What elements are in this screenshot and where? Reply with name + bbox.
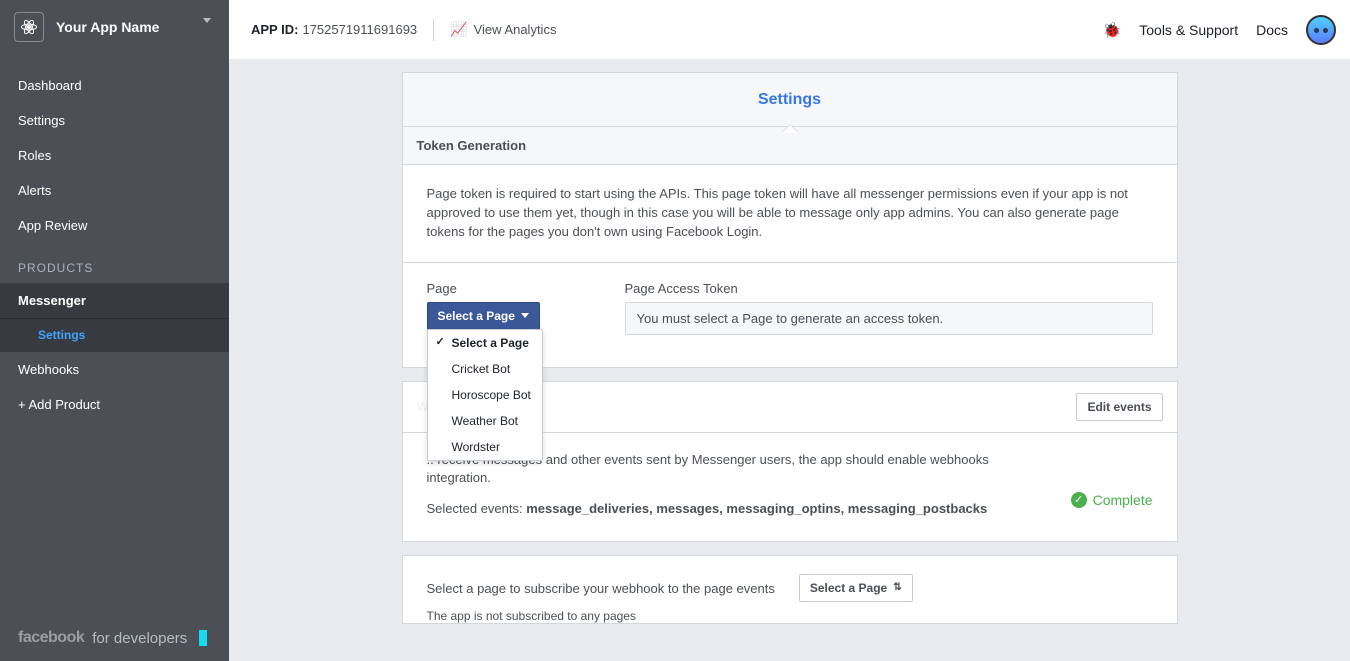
for-developers-text: for developers bbox=[92, 630, 187, 647]
topbar: APP ID: 1752571911691693 📈 View Analytic… bbox=[229, 0, 1350, 59]
dropdown-item-select[interactable]: Select a Page bbox=[428, 330, 542, 356]
avatar[interactable] bbox=[1306, 15, 1336, 45]
webhook-status-label: Complete bbox=[1093, 492, 1153, 508]
sidebar-item-roles[interactable]: Roles bbox=[0, 138, 229, 173]
sidebar-item-settings[interactable]: Settings bbox=[0, 103, 229, 138]
webhooks-text: .. receive messages and other events sen… bbox=[427, 451, 1071, 520]
subscribe-select-label: Select a Page bbox=[810, 581, 887, 595]
facebook-wordmark: facebook bbox=[18, 629, 84, 647]
view-analytics-link[interactable]: 📈 View Analytics bbox=[450, 21, 556, 38]
app-switcher[interactable]: Your App Name bbox=[0, 0, 229, 62]
topbar-right: 🐞 Tools & Support Docs bbox=[1103, 15, 1336, 45]
products-header: PRODUCTS bbox=[0, 243, 229, 283]
sidebar-item-alerts[interactable]: Alerts bbox=[0, 173, 229, 208]
page-field-label: Page bbox=[427, 281, 597, 296]
sidebar-item-dashboard[interactable]: Dashboard bbox=[0, 68, 229, 103]
cursor-icon bbox=[199, 630, 207, 646]
app-name: Your App Name bbox=[56, 19, 215, 35]
app-id-label: APP ID: bbox=[251, 22, 298, 37]
sidebar-add-product[interactable]: + Add Product bbox=[0, 387, 229, 422]
product-messenger-group: Messenger Settings bbox=[0, 283, 229, 352]
token-generation-header: Token Generation bbox=[403, 127, 1177, 165]
sort-icon: ⇅ bbox=[893, 583, 901, 593]
atom-icon bbox=[14, 12, 44, 42]
nav-list: Dashboard Settings Roles Alerts App Revi… bbox=[0, 68, 229, 243]
sidebar-item-webhooks[interactable]: Webhooks bbox=[0, 352, 229, 387]
token-generation-card: Token Generation Page token is required … bbox=[402, 126, 1178, 368]
access-token-box: You must select a Page to generate an ac… bbox=[625, 302, 1153, 335]
subscription-note: The app is not subscribed to any pages bbox=[427, 609, 1153, 623]
subscription-card: Select a page to subscribe your webhook … bbox=[402, 555, 1178, 624]
analytics-label: View Analytics bbox=[474, 22, 557, 37]
settings-panel: Settings Token Generation Page token is … bbox=[402, 72, 1178, 624]
edit-events-button[interactable]: Edit events bbox=[1076, 393, 1162, 421]
dropdown-item-wordster[interactable]: Wordster bbox=[428, 434, 542, 460]
dropdown-item-horoscope[interactable]: Horoscope Bot bbox=[428, 382, 542, 408]
tab-settings[interactable]: Settings bbox=[728, 75, 851, 125]
dropdown-item-weather[interactable]: Weather Bot bbox=[428, 408, 542, 434]
dropdown-item-cricket[interactable]: Cricket Bot bbox=[428, 356, 542, 382]
token-generation-desc: Page token is required to start using th… bbox=[403, 165, 1177, 263]
brand-footer: facebook for developers bbox=[0, 615, 229, 661]
selected-events-list: message_deliveries, messages, messaging_… bbox=[526, 501, 987, 516]
access-token-label: Page Access Token bbox=[625, 281, 1153, 296]
sidebar-item-app-review[interactable]: App Review bbox=[0, 208, 229, 243]
sidebar: Your App Name Dashboard Settings Roles A… bbox=[0, 0, 229, 661]
tools-support-link[interactable]: Tools & Support bbox=[1139, 22, 1238, 38]
product-messenger[interactable]: Messenger bbox=[0, 283, 229, 319]
docs-link[interactable]: Docs bbox=[1256, 22, 1288, 38]
panel-tabs: Settings bbox=[402, 72, 1178, 126]
page-dropdown: Select a Page Cricket Bot Horoscope Bot … bbox=[427, 329, 543, 461]
divider bbox=[433, 19, 434, 41]
select-page-button[interactable]: Select a Page bbox=[427, 302, 540, 330]
chevron-down-icon bbox=[521, 313, 529, 318]
content-area: APP ID: 1752571911691693 📈 View Analytic… bbox=[229, 0, 1350, 661]
subscription-text: Select a page to subscribe your webhook … bbox=[427, 581, 775, 596]
select-page-button-label: Select a Page bbox=[438, 309, 515, 323]
app-id-value: 1752571911691693 bbox=[302, 22, 417, 37]
check-circle-icon: ✓ bbox=[1071, 492, 1087, 508]
bug-icon[interactable]: 🐞 bbox=[1103, 21, 1122, 39]
product-messenger-settings[interactable]: Settings bbox=[0, 319, 229, 352]
subscribe-select-page-button[interactable]: Select a Page ⇅ bbox=[799, 574, 913, 602]
webhook-status: ✓ Complete bbox=[1071, 481, 1153, 520]
selected-events-label: Selected events: bbox=[427, 501, 527, 516]
analytics-icon: 📈 bbox=[450, 21, 467, 38]
token-form: Page Select a Page Select a Page Cricket… bbox=[403, 263, 1177, 367]
chevron-down-icon bbox=[203, 18, 211, 23]
